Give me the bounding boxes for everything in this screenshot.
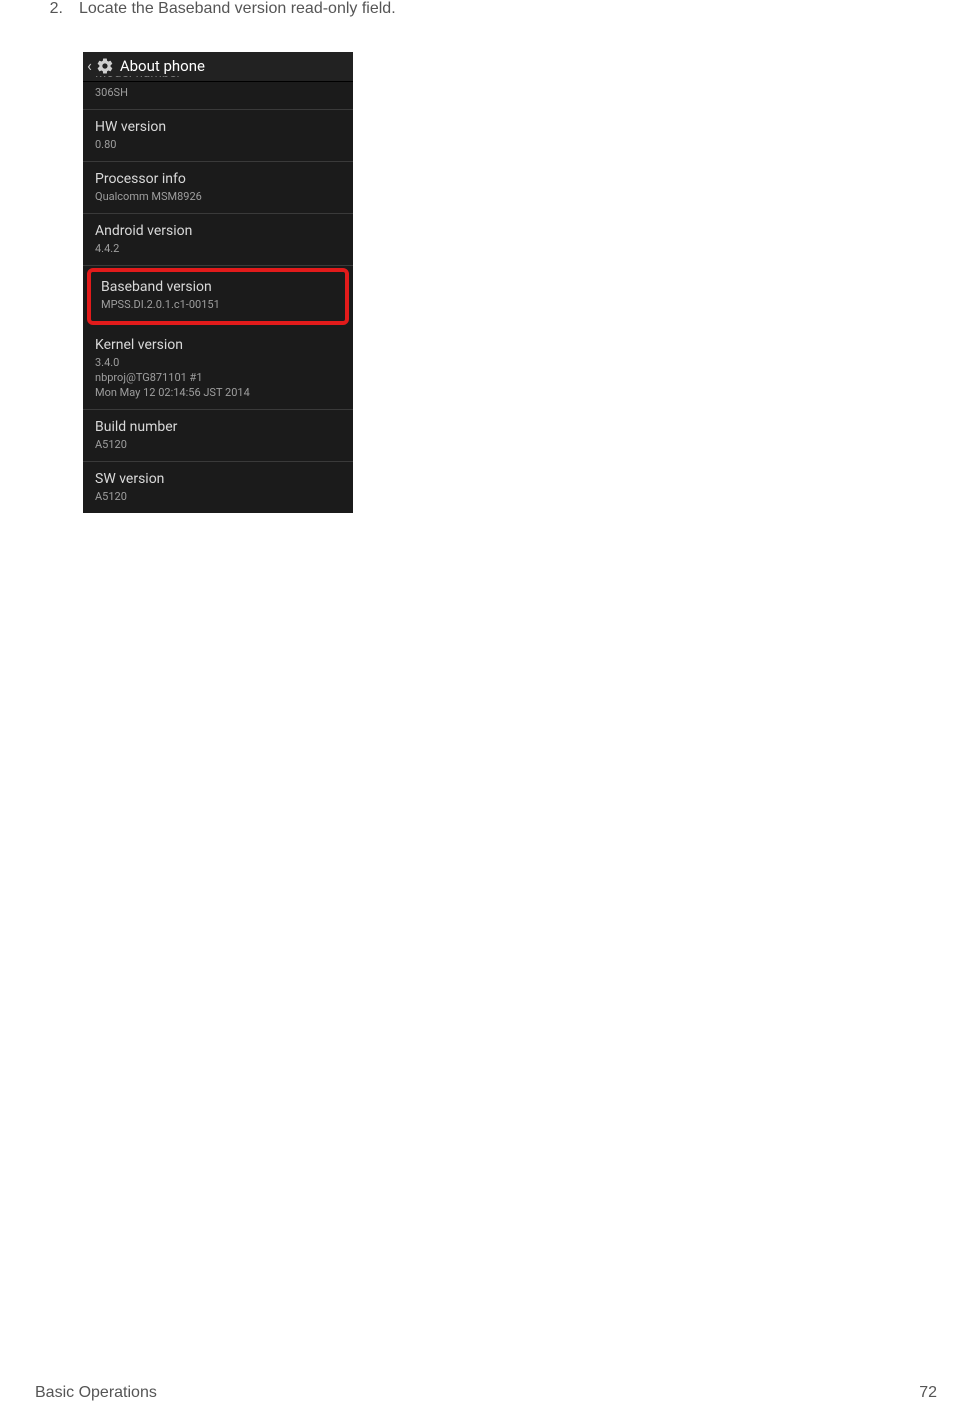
row-value: MPSS.DI.2.0.1.c1-00151 bbox=[101, 298, 335, 313]
row-value: A5120 bbox=[95, 438, 341, 453]
phone-screen: ‹ About phone Model number 306SH HW vers… bbox=[83, 52, 353, 513]
row-label: Processor info bbox=[95, 170, 341, 188]
page-footer: Basic Operations 72 bbox=[35, 1384, 937, 1402]
footer-page-number: 72 bbox=[919, 1384, 937, 1402]
footer-section: Basic Operations bbox=[35, 1384, 157, 1402]
row-processor-info: Processor info Qualcomm MSM8926 bbox=[83, 162, 353, 214]
row-value: 306SH bbox=[95, 86, 341, 101]
phone-header-title: About phone bbox=[120, 57, 205, 75]
row-value: 4.4.2 bbox=[95, 242, 341, 257]
row-label: SW version bbox=[95, 470, 341, 488]
row-label: HW version bbox=[95, 118, 341, 136]
row-value: 3.4.0 nbproj@TG871101 #1 Mon May 12 02:1… bbox=[95, 356, 341, 401]
step-number: 2. bbox=[35, 0, 63, 18]
step-text: Locate the Baseband version read-only fi… bbox=[79, 0, 937, 18]
row-model-number: Model number 306SH bbox=[83, 76, 353, 110]
row-label: Build number bbox=[95, 418, 341, 436]
row-sw-version: SW version A5120 bbox=[83, 462, 353, 513]
phone-screenshot: ‹ About phone Model number 306SH HW vers… bbox=[83, 52, 937, 513]
row-baseband-version-highlighted: Baseband version MPSS.DI.2.0.1.c1-00151 bbox=[87, 268, 349, 325]
row-value: 0.80 bbox=[95, 138, 341, 153]
gear-icon bbox=[96, 57, 114, 75]
back-icon: ‹ bbox=[87, 56, 92, 75]
row-build-number: Build number A5120 bbox=[83, 410, 353, 462]
row-label: Kernel version bbox=[95, 336, 341, 354]
row-kernel-version: Kernel version 3.4.0 nbproj@TG871101 #1 … bbox=[83, 328, 353, 410]
row-label: Android version bbox=[95, 222, 341, 240]
instruction-step: 2. Locate the Baseband version read-only… bbox=[35, 0, 937, 18]
row-android-version: Android version 4.4.2 bbox=[83, 214, 353, 266]
row-hw-version: HW version 0.80 bbox=[83, 110, 353, 162]
row-value: A5120 bbox=[95, 490, 341, 505]
row-value: Qualcomm MSM8926 bbox=[95, 190, 341, 205]
row-label: Baseband version bbox=[101, 278, 335, 296]
row-label: Model number bbox=[95, 76, 341, 84]
